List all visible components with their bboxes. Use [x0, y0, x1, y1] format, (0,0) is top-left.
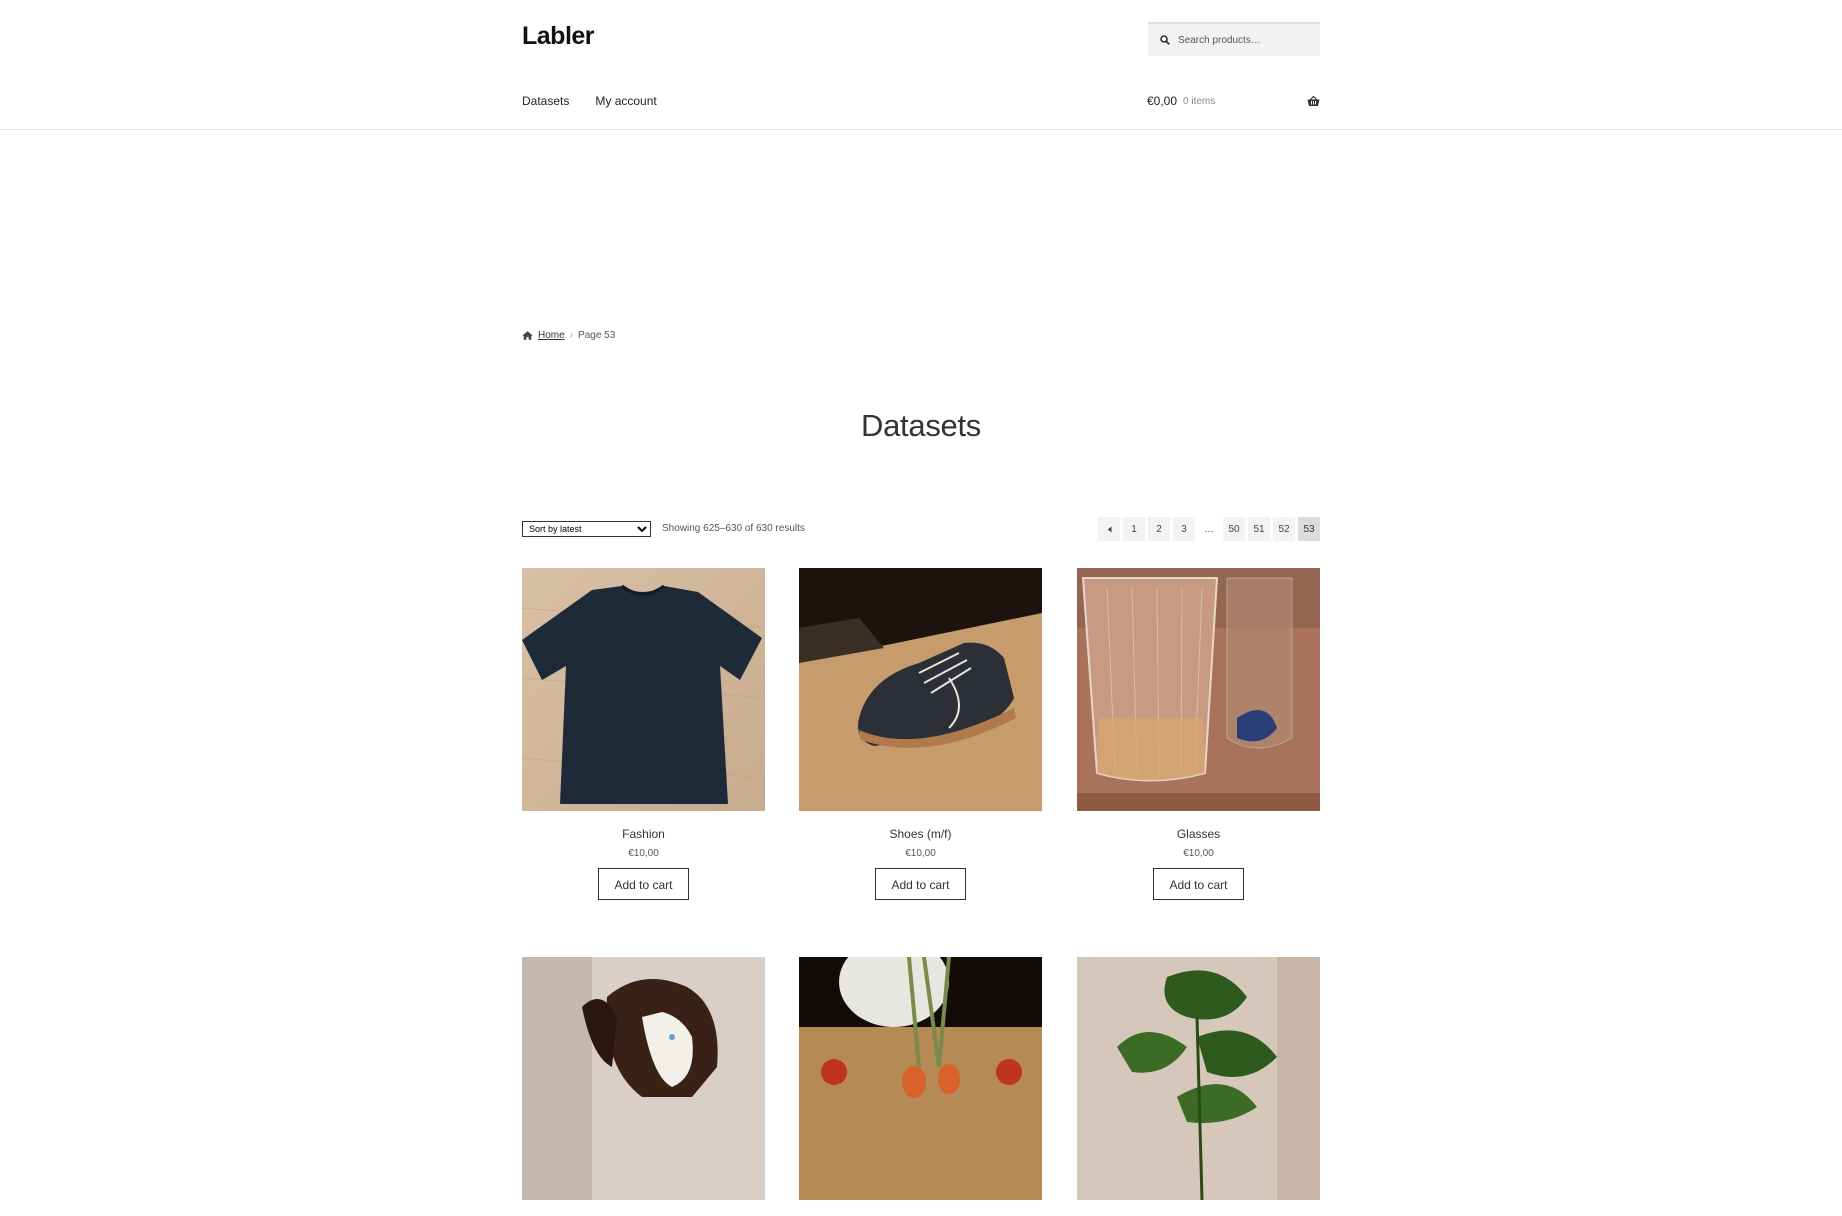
prev-page-button[interactable] — [1098, 517, 1120, 541]
page-link-50[interactable]: 50 — [1223, 517, 1245, 541]
cart-amount: €0,00 — [1147, 94, 1178, 108]
product-card: Fashion €10,00 Add to cart — [522, 568, 765, 900]
product-image[interactable] — [1077, 568, 1320, 811]
product-image[interactable] — [799, 957, 1042, 1200]
page-current-53: 53 — [1298, 517, 1320, 541]
sort-select[interactable]: Sort by latest — [522, 521, 651, 537]
breadcrumb: Home › Page 53 — [522, 330, 615, 341]
search-form[interactable] — [1148, 22, 1320, 56]
add-to-cart-button[interactable]: Add to cart — [598, 868, 689, 900]
product-title[interactable]: Shoes (m/f) — [799, 827, 1042, 841]
product-price: €10,00 — [905, 848, 936, 859]
product-card: Shoes (m/f) €10,00 Add to cart — [799, 568, 1042, 900]
glass-photo — [1077, 568, 1320, 811]
nav-item-datasets[interactable]: Datasets — [522, 94, 569, 108]
vegetables-photo — [799, 957, 1042, 1200]
product-card — [1077, 957, 1320, 1216]
search-input[interactable] — [1176, 33, 1310, 47]
product-card — [799, 957, 1042, 1216]
page-title: Datasets — [861, 408, 981, 443]
page-link-1[interactable]: 1 — [1123, 517, 1145, 541]
product-price: €10,00 — [628, 848, 659, 859]
product-image[interactable] — [1077, 957, 1320, 1200]
breadcrumb-home-link[interactable]: Home — [538, 330, 565, 341]
product-image[interactable] — [799, 568, 1042, 811]
plant-photo — [1077, 957, 1320, 1200]
breadcrumb-separator: › — [569, 330, 574, 341]
nav-item-my-account[interactable]: My account — [595, 94, 656, 108]
add-to-cart-button[interactable]: Add to cart — [875, 868, 966, 900]
result-count: Showing 625–630 of 630 results — [662, 523, 805, 534]
home-icon — [522, 331, 533, 340]
product-card — [522, 957, 765, 1216]
page-link-51[interactable]: 51 — [1248, 517, 1270, 541]
caret-left-icon — [1107, 526, 1111, 532]
cart-count: 0 items — [1183, 95, 1216, 107]
product-title[interactable]: Glasses — [1077, 827, 1320, 841]
basket-icon — [1307, 95, 1320, 106]
product-image[interactable] — [522, 568, 765, 811]
search-icon — [1160, 35, 1170, 45]
page-link-3[interactable]: 3 — [1173, 517, 1195, 541]
cart-summary[interactable]: €0,00 0 items — [1147, 94, 1320, 108]
page-link-52[interactable]: 52 — [1273, 517, 1295, 541]
shoe-photo — [799, 568, 1042, 811]
page-ellipsis: … — [1204, 523, 1214, 535]
product-card: Glasses €10,00 Add to cart — [1077, 568, 1320, 900]
pagination: 1 2 3 … 50 51 52 53 — [1098, 517, 1320, 541]
primary-nav: Datasets My account — [522, 94, 657, 108]
shop-toolbar: Sort by latest Showing 625–630 of 630 re… — [522, 517, 1320, 541]
add-to-cart-button[interactable]: Add to cart — [1153, 868, 1244, 900]
product-price: €10,00 — [1183, 848, 1214, 859]
site-logo[interactable]: Labler — [522, 22, 595, 51]
product-image[interactable] — [522, 957, 765, 1200]
site-header: Labler Datasets My account €0,00 0 items — [0, 0, 1842, 130]
tshirt-photo — [522, 568, 765, 811]
dog-photo — [522, 957, 765, 1200]
product-title[interactable]: Fashion — [522, 827, 765, 841]
breadcrumb-current: Page 53 — [578, 330, 616, 341]
page-link-2[interactable]: 2 — [1148, 517, 1170, 541]
